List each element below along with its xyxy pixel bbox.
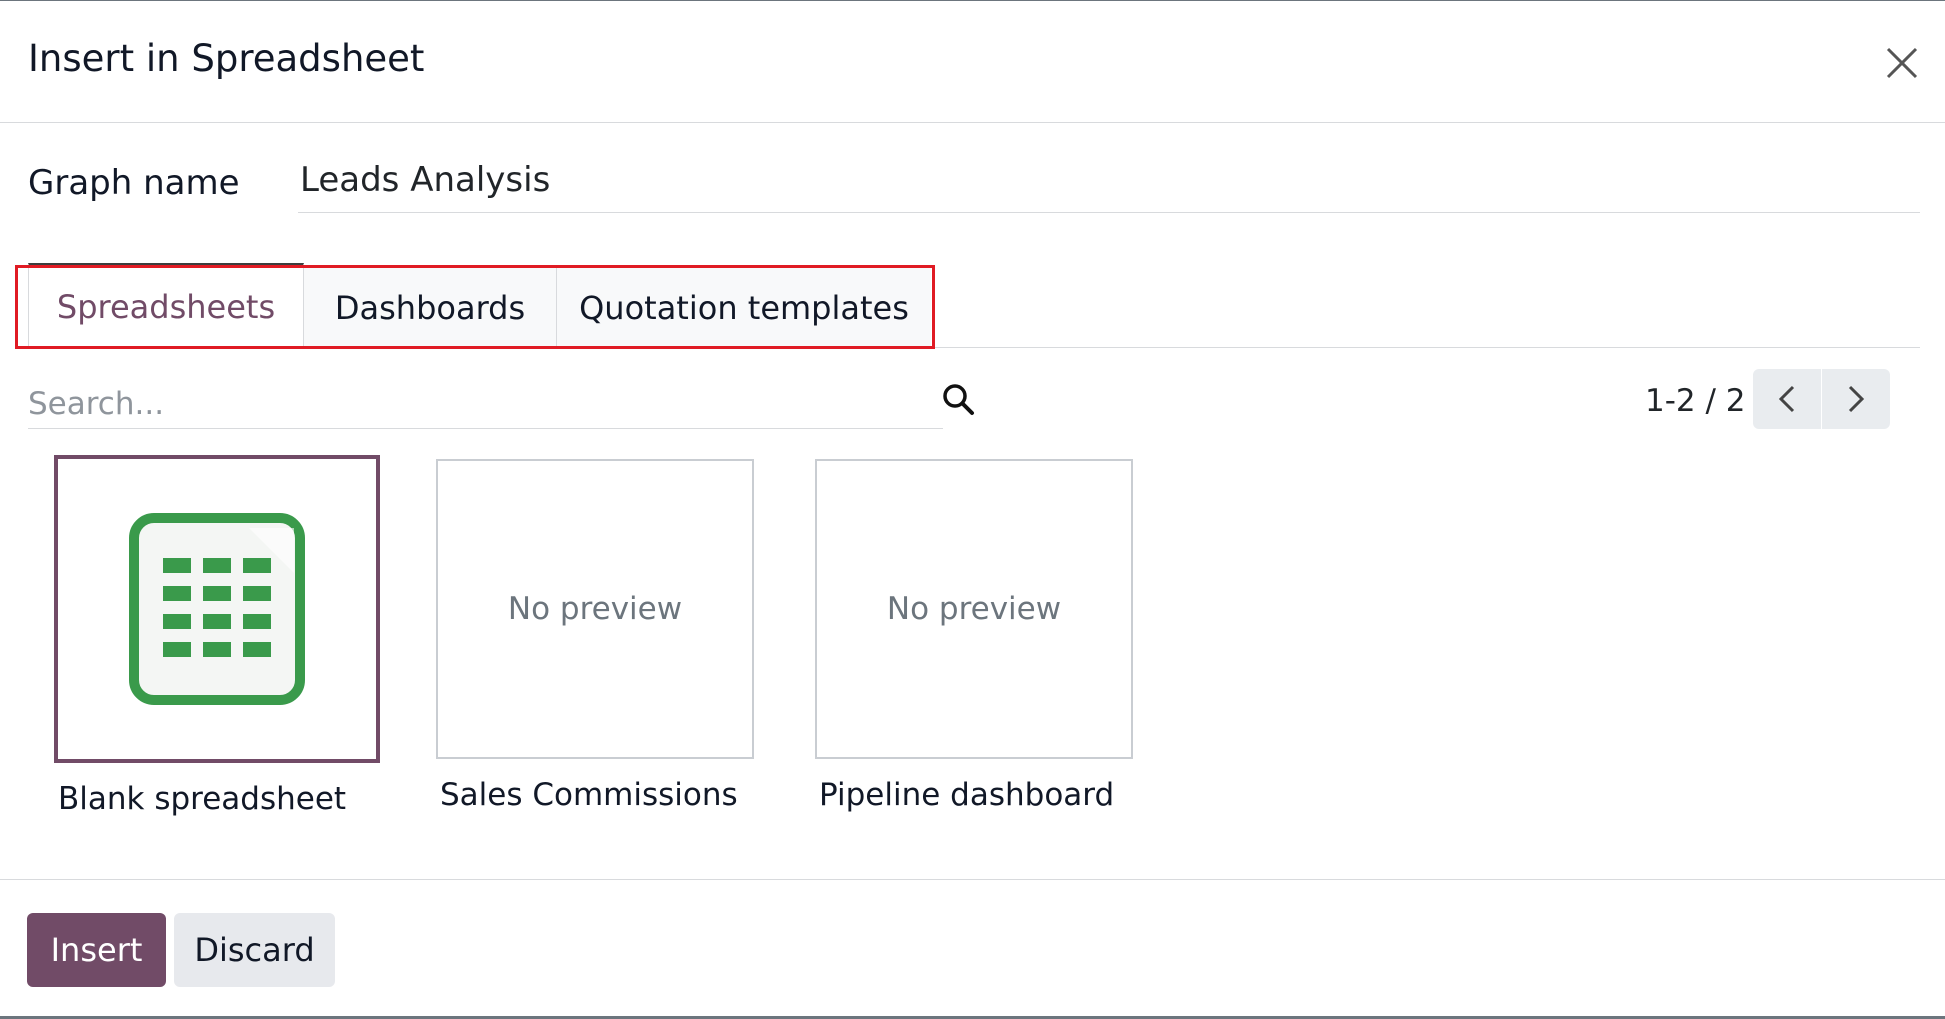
no-preview-text: No preview (507, 591, 683, 627)
spreadsheet-icon (129, 513, 305, 705)
graph-name-label: Graph name (28, 163, 240, 203)
chevron-right-icon (1848, 385, 1864, 413)
card-name: Blank spreadsheet (58, 781, 347, 817)
tab-dashboards[interactable]: Dashboards (304, 267, 557, 348)
card-pipeline-dashboard[interactable]: No preview Pipeline dashboard (815, 459, 1141, 813)
card-sales-commissions[interactable]: No preview Sales Commissions (436, 459, 762, 813)
pager-next-button[interactable] (1821, 369, 1889, 429)
search-input[interactable] (28, 379, 943, 429)
card-thumbnail: No preview (436, 459, 754, 759)
card-thumbnail: No preview (815, 459, 1133, 759)
card-name: Sales Commissions (440, 777, 738, 813)
insert-spreadsheet-dialog: Insert in Spreadsheet Graph name Spreads… (0, 0, 1945, 1019)
discard-button[interactable]: Discard (174, 913, 335, 987)
dialog-header: Insert in Spreadsheet (0, 1, 1945, 123)
pager-previous-button[interactable] (1753, 369, 1821, 429)
insert-button[interactable]: Insert (27, 913, 166, 987)
card-blank-spreadsheet[interactable]: Blank spreadsheet (54, 455, 380, 817)
card-name: Pipeline dashboard (819, 777, 1115, 813)
chevron-left-icon (1778, 385, 1795, 413)
tab-quotation-templates[interactable]: Quotation templates (557, 267, 931, 348)
dialog-footer: Insert Discard (0, 879, 1945, 1019)
graph-name-input[interactable] (298, 155, 1920, 213)
card-thumbnail (54, 455, 380, 763)
tab-spreadsheets[interactable]: Spreadsheets (28, 263, 304, 349)
search-icon[interactable] (940, 381, 976, 417)
pager-value: 1-2 / 2 (1645, 383, 1746, 419)
dialog-title: Insert in Spreadsheet (28, 37, 425, 80)
pager-controls (1753, 369, 1890, 429)
close-icon[interactable] (1880, 41, 1924, 85)
no-preview-text: No preview (886, 591, 1062, 627)
